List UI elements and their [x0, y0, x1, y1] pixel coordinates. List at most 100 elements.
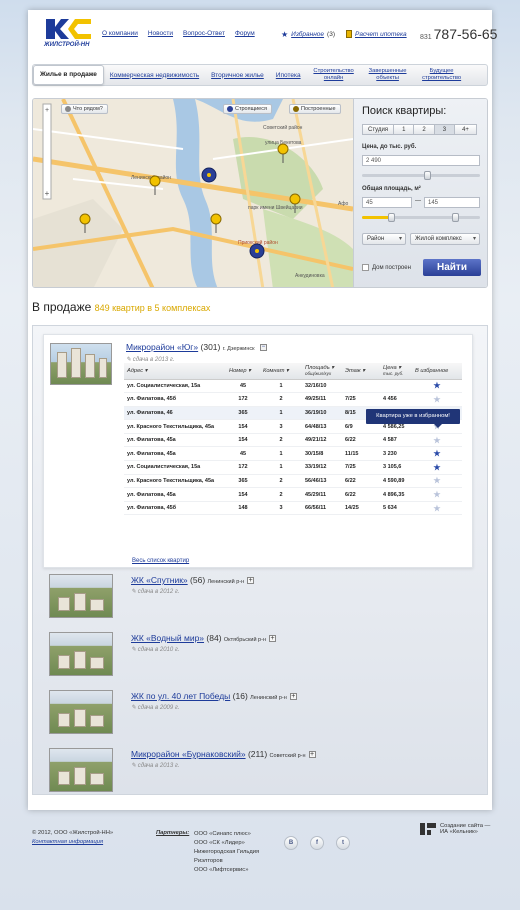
table-row[interactable]: ул. Филатова, 45б 172 2 49/25/11 7/25 4 456 ★ [124, 392, 462, 407]
col-area[interactable]: Площадь ▾ общ/жил/кух [302, 363, 342, 380]
logo[interactable]: ЖИЛСТРОЙ-НН [44, 18, 92, 54]
table-row[interactable]: ул. Филатова, 45а 154 2 45/29/11 6/22 4 896,3… [124, 487, 462, 502]
cell-floor: 6/22 [342, 487, 380, 502]
apartments-body: ул. Социалистическая, 15а 45 1 32/16/10 ★ ул.… [124, 379, 462, 516]
favorite-star-icon[interactable]: ★ [433, 449, 440, 458]
area-slider[interactable] [362, 213, 480, 222]
price-slider-thumb[interactable] [424, 171, 431, 180]
district-select[interactable]: Район [362, 233, 406, 245]
area-to-input[interactable]: 145 [424, 197, 480, 208]
menu-housing-for-sale[interactable]: Жилье в продаже [33, 65, 104, 85]
expand-icon[interactable]: + [289, 693, 297, 701]
complex-photo[interactable] [50, 343, 112, 385]
col-number[interactable]: Номер ▾ [226, 363, 260, 380]
map-label-ankudinovka: Анкудиновка [295, 273, 325, 279]
partner-3[interactable]: Нижегородская Гильдия Риэлторов [194, 848, 274, 866]
favorite-star-icon[interactable]: ★ [433, 504, 440, 513]
collapse-icon[interactable]: − [259, 344, 267, 352]
complex-title[interactable]: ЖК по ул. 40 лет Победы (16) Ленинский р… [131, 691, 297, 701]
nav-news[interactable]: Новости [148, 30, 173, 37]
complex-photo[interactable] [49, 574, 113, 618]
rooms-4plus[interactable]: 4+ [454, 124, 477, 135]
find-button[interactable]: Найти [423, 259, 481, 276]
partner-1[interactable]: ООО «Синапс плюс» [194, 830, 274, 839]
expand-icon[interactable]: + [308, 751, 316, 759]
favorites-link[interactable]: ★ Избранное (3) [281, 30, 335, 39]
built-checkbox[interactable]: Дом построен [362, 264, 411, 271]
expand-icon[interactable]: + [268, 635, 276, 643]
area-from-input[interactable]: 45 [362, 197, 412, 208]
favorite-star-icon[interactable]: ★ [433, 490, 440, 499]
complex-due: ✎ сдача в 2009 г. [131, 705, 180, 711]
menu-mortgage[interactable]: Ипотека [270, 72, 307, 79]
rooms-studio[interactable]: Студия [362, 124, 395, 135]
map-button-nearby[interactable]: Что рядом? [61, 104, 108, 114]
complex-photo[interactable] [49, 748, 113, 792]
cell-price: 4 896,35 [380, 487, 412, 502]
rooms-2[interactable]: 2 [413, 124, 435, 135]
complex-select[interactable]: Жилой комплекс [410, 233, 480, 245]
expand-icon[interactable]: + [247, 577, 255, 585]
complex-photo[interactable] [49, 632, 113, 676]
map-button-built[interactable]: Построенные [289, 104, 341, 114]
menu-construction-online[interactable]: Строительство онлайн [307, 68, 361, 82]
map-button-building[interactable]: Строящиеся [223, 104, 272, 114]
favorite-star-icon[interactable]: ★ [433, 381, 440, 390]
complex-count: (16) [232, 691, 248, 701]
mortgage-link[interactable]: Расчет ипотека [346, 30, 407, 38]
area-dash: — [415, 198, 421, 204]
footer-contacts-link[interactable]: Контактная информация [32, 839, 113, 845]
vk-icon[interactable]: B [284, 836, 298, 850]
city-map[interactable]: + + Ленинский район Советский район Прио… [33, 99, 353, 288]
complex-title[interactable]: ЖК «Спутник» (56) Ленинский р-н + [131, 575, 255, 585]
table-row[interactable]: ул. Филатова, 45а 154 2 49/21/12 6/22 4 587 ★ [124, 433, 462, 448]
complex-title[interactable]: Микрорайон «Юг» (301) г. Дзержинск − [126, 342, 267, 352]
price-input[interactable]: 2 490 [362, 155, 480, 166]
col-price[interactable]: Цена ▾ тыс. руб. [380, 363, 412, 380]
table-row[interactable]: ул. Красного Текстильщика, 45а 365 2 56/46/… [124, 474, 462, 489]
table-row[interactable]: ул. Социалистическая, 15а 45 1 32/16/10 ★ [124, 379, 462, 394]
area-slider-thumb-max[interactable] [452, 213, 459, 222]
nav-forum[interactable]: Форум [235, 30, 255, 37]
area-label: Общая площадь, м² [362, 186, 421, 192]
cell-area: 45/29/11 [302, 487, 342, 502]
cell-rooms: 2 [260, 433, 302, 448]
table-row[interactable]: ул. Филатова, 45а 45 1 30/15/8 11/15 3 230 ★ [124, 446, 462, 462]
nav-faq[interactable]: Вопрос-Ответ [183, 30, 225, 37]
twitter-icon[interactable]: t [336, 836, 350, 850]
menu-secondary[interactable]: Вторичное жилье [205, 72, 270, 79]
cell-price: 4 587 [380, 433, 412, 448]
price-slider[interactable] [362, 171, 480, 180]
table-row[interactable]: ул. Социалистическая, 15а 172 1 33/19/12 7/2… [124, 460, 462, 475]
partner-2[interactable]: ООО «СК «Лидер» [194, 839, 274, 848]
menu-completed[interactable]: Завершенные объекты [361, 68, 415, 82]
cell-area: 33/19/12 [302, 460, 342, 475]
menu-future[interactable]: Будущее строительство [415, 68, 469, 82]
favorite-star-icon[interactable]: ★ [433, 395, 440, 404]
rooms-3[interactable]: 3 [433, 124, 456, 135]
rooms-1[interactable]: 1 [393, 124, 415, 135]
facebook-icon[interactable]: f [310, 836, 324, 850]
checkbox-box [362, 264, 369, 271]
col-rooms[interactable]: Комнат ▾ [260, 363, 302, 380]
cell-addr: ул. Филатова, 45а [124, 433, 226, 448]
cell-num: 172 [226, 460, 260, 475]
favorite-star-icon[interactable]: ★ [433, 436, 440, 445]
all-flats-link[interactable]: Весь список квартир [132, 558, 189, 564]
kelnik-logo-icon [420, 823, 436, 835]
area-slider-thumb-min[interactable] [388, 213, 395, 222]
footer-credit[interactable]: Создание сайта — ИА «Кельник» [420, 823, 490, 835]
complex-title[interactable]: Микрорайон «Бурнаковский» (211) Советски… [131, 749, 316, 759]
nav-about[interactable]: О компании [102, 30, 138, 37]
col-floor[interactable]: Этаж ▾ [342, 363, 380, 380]
calculator-icon [346, 30, 352, 38]
favorite-star-icon[interactable]: ★ [433, 463, 440, 472]
complex-title[interactable]: ЖК «Водный мир» (84) Октябрьский р-н + [131, 633, 276, 643]
partner-4[interactable]: ООО «Лифтсервис» [194, 866, 274, 875]
complex-photo[interactable] [49, 690, 113, 734]
table-row[interactable]: ул. Филатова, 45б 148 3 66/56/11 14/25 5 634 ★ [124, 501, 462, 516]
favorite-star-icon[interactable]: ★ [433, 476, 440, 485]
col-address[interactable]: Адрес ▾ [124, 363, 226, 380]
menu-commercial[interactable]: Коммерческая недвижимость [104, 72, 205, 79]
cell-favorite: ★ [412, 501, 462, 516]
